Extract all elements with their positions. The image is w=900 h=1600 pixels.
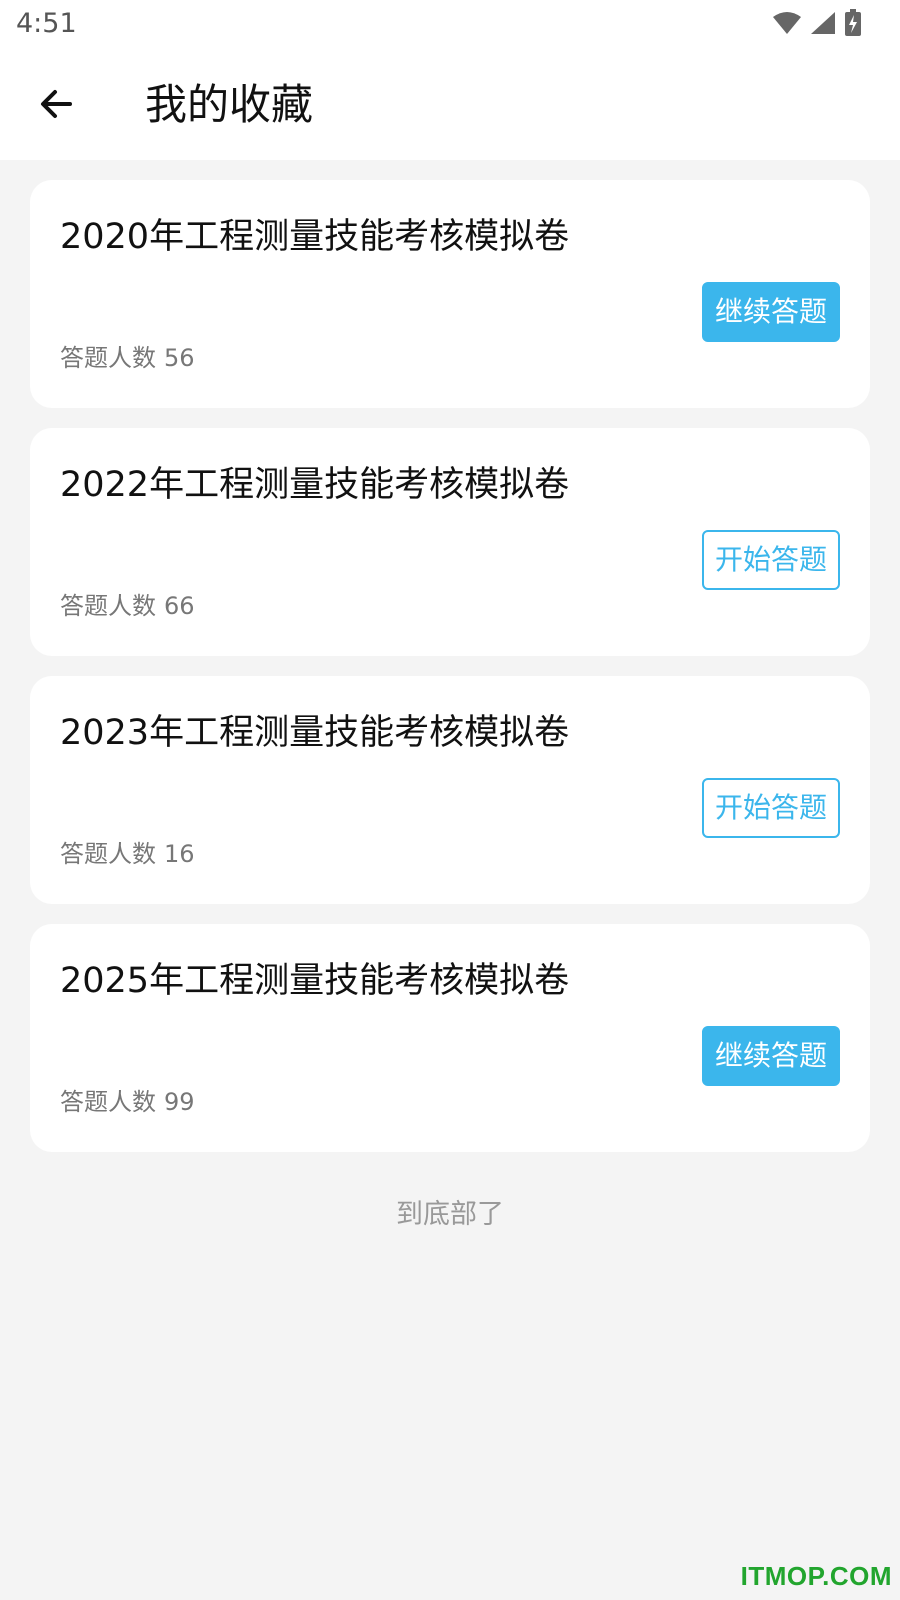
- exam-card[interactable]: 2022年工程测量技能考核模拟卷 答题人数 66 开始答题: [30, 428, 870, 656]
- participant-label: 答题人数: [60, 840, 156, 868]
- continue-answer-button[interactable]: 继续答题: [702, 1026, 840, 1086]
- wifi-icon: [772, 11, 802, 39]
- arrow-left-icon: [36, 84, 76, 128]
- page-title: 我的收藏: [145, 80, 314, 129]
- watermark-logo: ITMOP.COM: [740, 1561, 892, 1591]
- participant-number: 56: [164, 344, 195, 372]
- exam-card[interactable]: 2023年工程测量技能考核模拟卷 答题人数 16 开始答题: [30, 676, 870, 904]
- start-answer-button[interactable]: 开始答题: [702, 778, 840, 838]
- participant-number: 16: [164, 840, 195, 868]
- participant-label: 答题人数: [60, 344, 156, 372]
- participant-count: 答题人数 16: [60, 838, 195, 870]
- battery-charging-icon: [844, 9, 862, 41]
- status-time: 4:51: [16, 8, 77, 39]
- exam-title: 2020年工程测量技能考核模拟卷: [60, 217, 570, 257]
- end-of-list-text: 到底部了: [396, 1199, 504, 1230]
- exam-card[interactable]: 2020年工程测量技能考核模拟卷 答题人数 56 继续答题: [30, 180, 870, 408]
- exam-title: 2022年工程测量技能考核模拟卷: [60, 465, 570, 505]
- status-bar: 4:51: [0, 0, 900, 50]
- participant-number: 99: [164, 1088, 195, 1116]
- exam-card[interactable]: 2025年工程测量技能考核模拟卷 答题人数 99 继续答题: [30, 924, 870, 1152]
- participant-count: 答题人数 56: [60, 342, 195, 374]
- status-icons: [772, 9, 862, 41]
- participant-number: 66: [164, 592, 195, 620]
- participant-label: 答题人数: [60, 1088, 156, 1116]
- participant-count: 答题人数 99: [60, 1086, 195, 1118]
- favorites-list: 2020年工程测量技能考核模拟卷 答题人数 56 继续答题 2022年工程测量技能…: [30, 180, 870, 1172]
- exam-title: 2023年工程测量技能考核模拟卷: [60, 713, 570, 753]
- back-button[interactable]: [26, 76, 86, 136]
- continue-answer-button[interactable]: 继续答题: [702, 282, 840, 342]
- participant-count: 答题人数 66: [60, 590, 195, 622]
- exam-title: 2025年工程测量技能考核模拟卷: [60, 961, 570, 1001]
- app-bar: 我的收藏: [0, 50, 900, 160]
- cellular-signal-icon: [810, 11, 836, 39]
- participant-label: 答题人数: [60, 592, 156, 620]
- start-answer-button[interactable]: 开始答题: [702, 530, 840, 590]
